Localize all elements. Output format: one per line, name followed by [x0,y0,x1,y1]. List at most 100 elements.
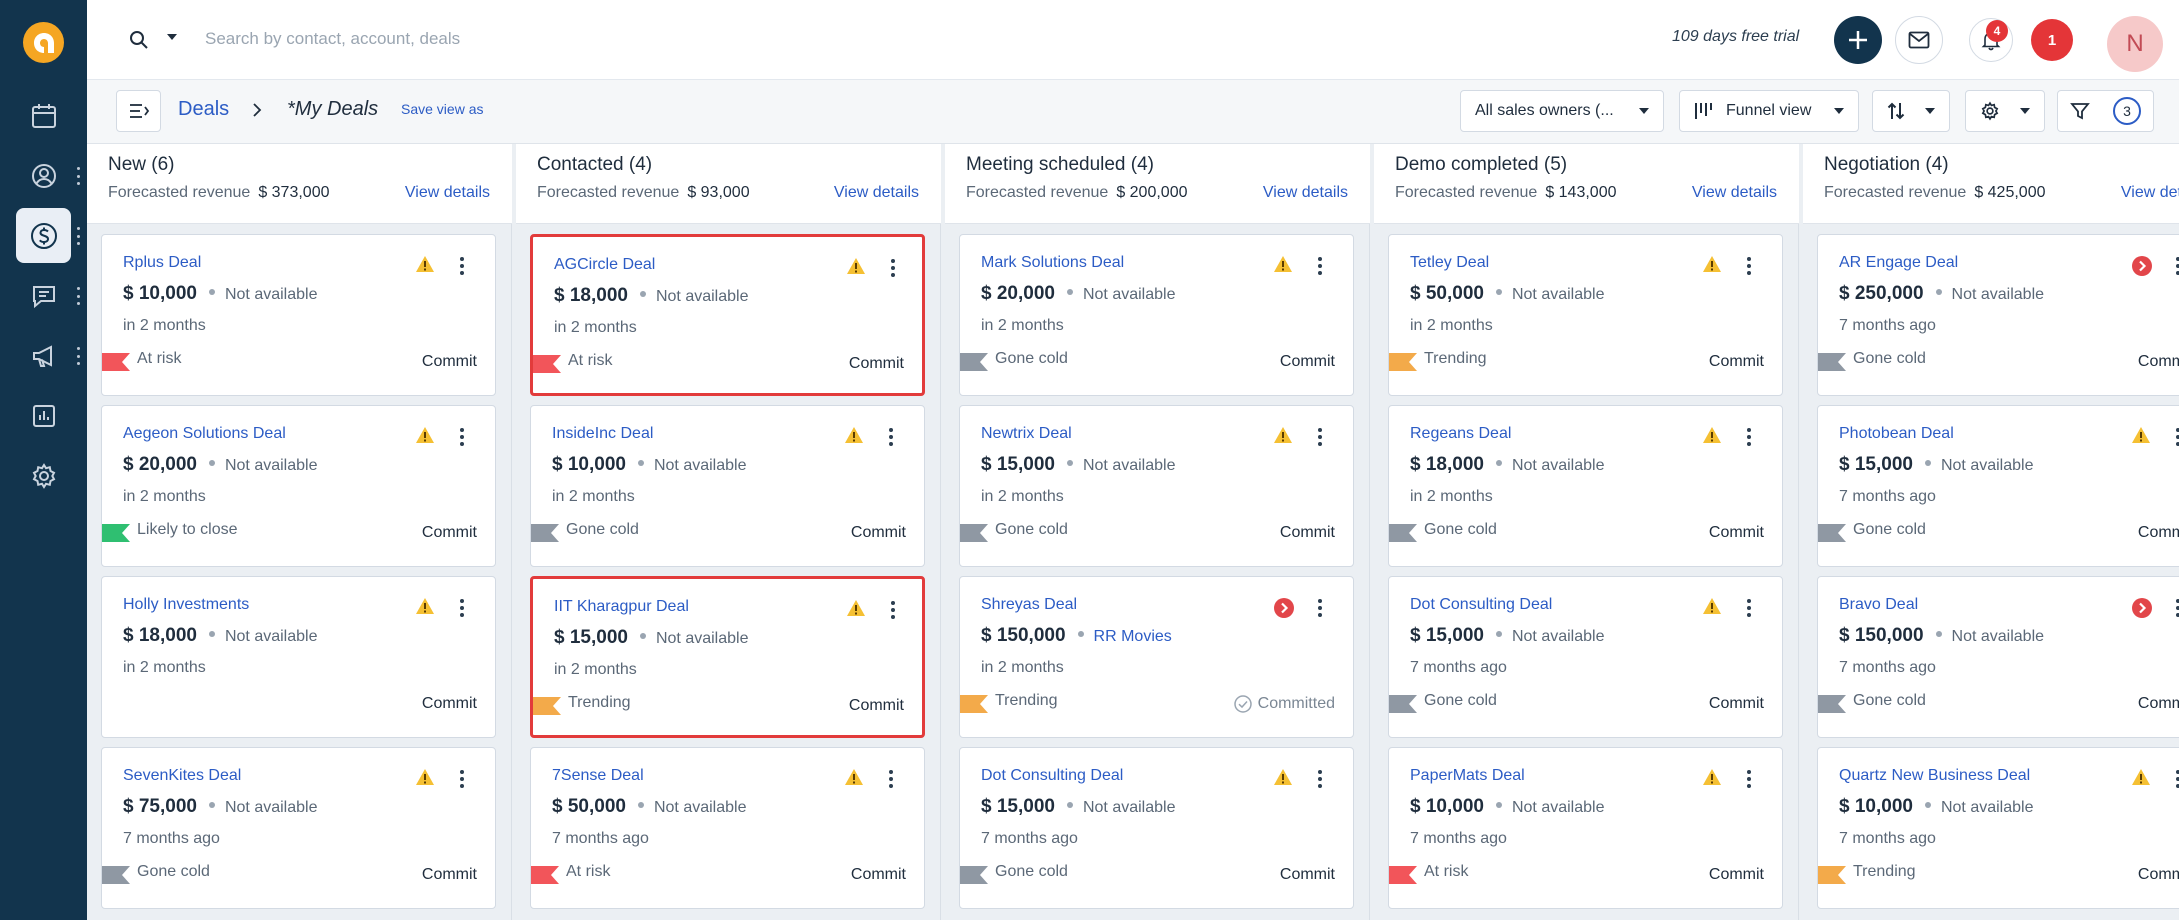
nav-campaigns-more[interactable] [76,347,80,365]
nav-calendar[interactable] [16,88,71,143]
nav-deals-more[interactable] [76,227,80,245]
commit-button[interactable]: Commit [2138,866,2179,884]
deal-card[interactable]: Dot Consulting Deal $ 15,000 Not available… [1388,576,1783,738]
commit-button[interactable]: Commit [1280,866,1335,884]
search-scope-dropdown[interactable] [167,34,177,40]
deal-card[interactable]: PaperMats Deal $ 10,000 Not available 7 mon… [1388,747,1783,909]
deal-name-link[interactable]: Quartz New Business Deal [1839,767,2030,785]
card-more-options[interactable] [459,599,465,617]
commit-button[interactable]: Commit [2138,695,2179,713]
deal-card[interactable]: Newtrix Deal $ 15,000 Not available in 2 mo… [959,405,1354,567]
commit-button[interactable]: Commit [1709,866,1764,884]
deal-card[interactable]: AR Engage Deal $ 250,000 Not available 7 mo… [1817,234,2179,396]
email-button[interactable] [1895,16,1943,64]
board-settings-button[interactable] [1965,90,2045,132]
card-more-options[interactable] [890,601,896,619]
view-list-toggle[interactable] [116,90,161,132]
deal-card[interactable]: Rplus Deal $ 10,000 Not available in 2 mont… [101,234,496,396]
deal-card[interactable]: Holly Investments $ 18,000 Not available in… [101,576,496,738]
deal-card[interactable]: 7Sense Deal $ 50,000 Not available 7 months… [530,747,925,909]
deal-name-link[interactable]: Dot Consulting Deal [981,767,1123,785]
current-view-name[interactable]: *My Deals [287,98,378,121]
deal-card[interactable]: InsideInc Deal $ 10,000 Not available in 2 … [530,405,925,567]
deal-name-link[interactable]: Mark Solutions Deal [981,254,1124,272]
nav-conversations[interactable] [16,268,71,323]
deal-name-link[interactable]: AGCircle Deal [554,256,655,274]
deal-card[interactable]: Bravo Deal $ 150,000 Not available 7 months… [1817,576,2179,738]
nav-settings[interactable] [16,448,71,503]
deal-name-link[interactable]: Holly Investments [123,596,249,614]
deal-name-link[interactable]: Shreyas Deal [981,596,1077,614]
commit-button[interactable]: Commit [2138,353,2179,371]
nav-campaigns[interactable] [16,328,71,383]
deal-card[interactable]: Dot Consulting Deal $ 15,000 Not available… [959,747,1354,909]
deal-card[interactable]: SevenKites Deal $ 75,000 Not available 7 mo… [101,747,496,909]
view-details-link[interactable]: View details [2121,184,2179,202]
view-details-link[interactable]: View details [1692,184,1777,202]
deal-name-link[interactable]: 7Sense Deal [552,767,644,785]
quick-add-button[interactable] [1834,16,1882,64]
deal-name-link[interactable]: Aegeon Solutions Deal [123,425,286,443]
deal-card[interactable]: Quartz New Business Deal $ 10,000 Not avai… [1817,747,2179,909]
card-more-options[interactable] [888,428,894,446]
card-more-options[interactable] [459,770,465,788]
card-more-options[interactable] [1746,599,1752,617]
save-view-as-link[interactable]: Save view as [401,101,483,117]
deal-card[interactable]: Tetley Deal $ 50,000 Not available in 2 mon… [1388,234,1783,396]
deal-card[interactable]: IIT Kharagpur Deal $ 15,000 Not available i… [530,576,925,738]
commit-button[interactable]: Commit [1280,353,1335,371]
sales-owner-filter[interactable]: All sales owners (... [1460,90,1664,132]
deal-card[interactable]: Aegeon Solutions Deal $ 20,000 Not availab… [101,405,496,567]
deal-name-link[interactable]: Bravo Deal [1839,596,1918,614]
sort-button[interactable] [1872,90,1950,132]
commit-button[interactable]: Commit [849,355,904,373]
commit-button[interactable]: Commit [422,353,477,371]
card-more-options[interactable] [1317,257,1323,275]
view-mode-select[interactable]: Funnel view [1679,90,1859,132]
commit-button[interactable]: Commit [1709,695,1764,713]
commit-button[interactable]: Commit [1280,524,1335,542]
deal-name-link[interactable]: IIT Kharagpur Deal [554,598,689,616]
app-logo[interactable] [23,22,64,63]
commit-button[interactable]: Commit [422,695,477,713]
card-more-options[interactable] [890,259,896,277]
view-details-link[interactable]: View details [1263,184,1348,202]
commit-button[interactable]: Commit [851,524,906,542]
breadcrumb-deals[interactable]: Deals [178,98,229,121]
deal-card[interactable]: AGCircle Deal $ 18,000 Not available in 2 m… [530,234,925,396]
card-more-options[interactable] [2175,428,2179,446]
deal-card[interactable]: Regeans Deal $ 18,000 Not available in 2 mo… [1388,405,1783,567]
card-more-options[interactable] [2175,599,2179,617]
commit-button[interactable]: Commit [851,866,906,884]
commit-button[interactable]: Commit [1709,353,1764,371]
card-more-options[interactable] [1317,599,1323,617]
card-more-options[interactable] [888,770,894,788]
deal-name-link[interactable]: Rplus Deal [123,254,201,272]
commit-button[interactable]: Commit [422,524,477,542]
search-icon[interactable] [129,30,149,50]
deal-name-link[interactable]: Newtrix Deal [981,425,1072,443]
card-more-options[interactable] [2175,770,2179,788]
deal-card[interactable]: Photobean Deal $ 15,000 Not available 7 mon… [1817,405,2179,567]
deal-name-link[interactable]: Dot Consulting Deal [1410,596,1552,614]
card-more-options[interactable] [1746,770,1752,788]
commit-button[interactable]: Commit [849,697,904,715]
alerts-badge[interactable]: 1 [2031,19,2073,61]
deal-name-link[interactable]: AR Engage Deal [1839,254,1958,272]
nav-conversations-more[interactable] [76,287,80,305]
deal-name-link[interactable]: Tetley Deal [1410,254,1489,272]
card-more-options[interactable] [2175,257,2179,275]
card-more-options[interactable] [459,428,465,446]
deal-name-link[interactable]: PaperMats Deal [1410,767,1525,785]
nav-deals[interactable] [16,208,71,263]
view-details-link[interactable]: View details [405,184,490,202]
card-more-options[interactable] [1317,770,1323,788]
card-more-options[interactable] [1317,428,1323,446]
view-details-link[interactable]: View details [834,184,919,202]
card-more-options[interactable] [459,257,465,275]
card-more-options[interactable] [1746,428,1752,446]
commit-button[interactable]: Commit [2138,524,2179,542]
committed-status[interactable]: Committed [1233,695,1335,713]
user-avatar[interactable]: N [2107,16,2163,72]
deal-card[interactable]: Shreyas Deal $ 150,000 RR Movies in 2 month… [959,576,1354,738]
